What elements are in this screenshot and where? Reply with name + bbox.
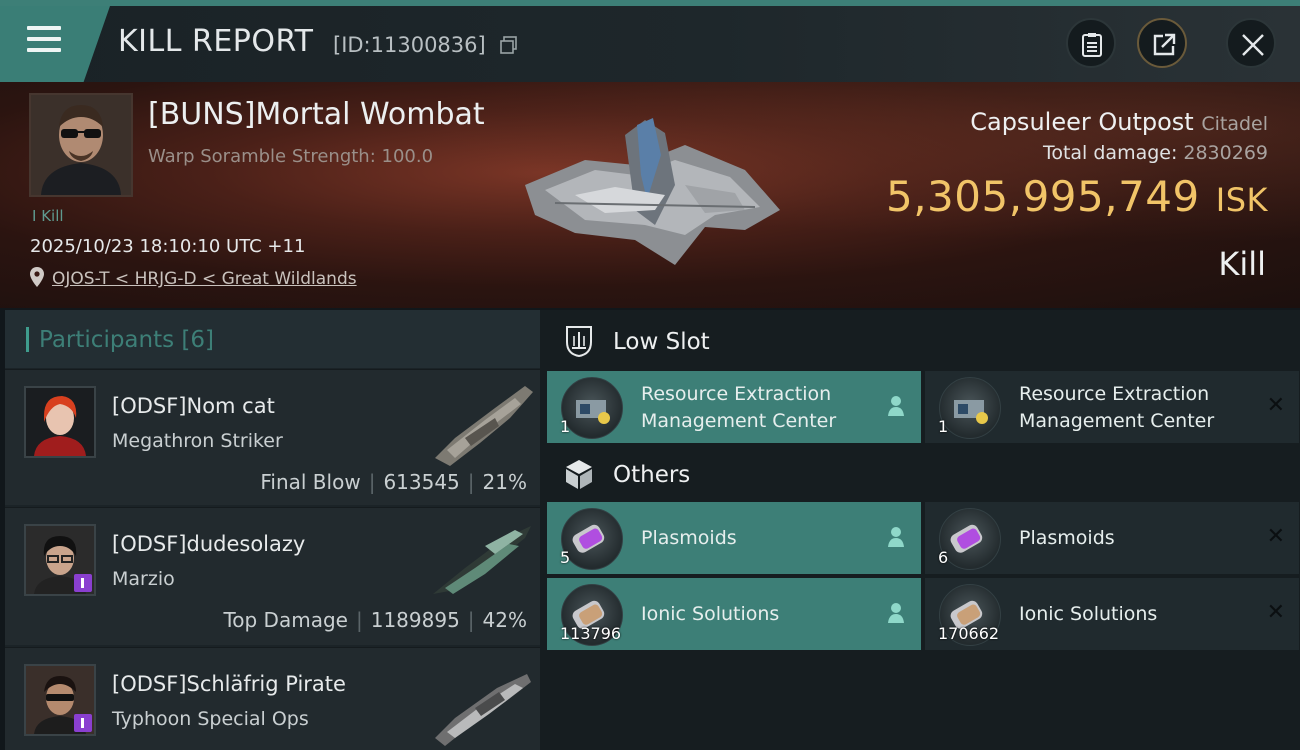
dropped-person-icon xyxy=(888,396,904,416)
report-id: [ID:11300836] xyxy=(333,33,486,57)
structure-type: Citadel xyxy=(1201,113,1268,135)
participant-name: [ODSF]Schläfrig Pirate xyxy=(112,672,346,696)
destroyed-x-icon: ✕ xyxy=(1266,600,1285,625)
participant-role: Final Blow xyxy=(260,470,361,494)
total-damage: Total damage: 2830269 xyxy=(1042,142,1268,164)
item-quantity: 170662 xyxy=(938,624,1000,643)
participant-avatar xyxy=(24,664,96,736)
destroyed-item[interactable]: 6 Plasmoids ✕ xyxy=(925,502,1299,574)
participant-name: [ODSF]dudesolazy xyxy=(112,532,306,556)
participant-ship: Typhoon Special Ops xyxy=(112,708,309,730)
isk-unit: ISK xyxy=(1215,181,1268,219)
dropped-item[interactable]: 113796 Ionic Solutions xyxy=(547,578,921,650)
participant-percent: 42% xyxy=(482,608,527,632)
clipboard-icon xyxy=(1082,33,1102,57)
isk-value: 5,305,995,749 ISK xyxy=(885,172,1268,221)
item-icon-resource-extraction xyxy=(561,377,623,439)
share-button[interactable] xyxy=(1137,18,1187,68)
participants-header: Participants [6] xyxy=(5,310,540,368)
share-icon xyxy=(1153,33,1176,56)
structure-image xyxy=(525,118,780,265)
item-icon-resource-extraction xyxy=(939,377,1001,439)
item-name: Ionic Solutions xyxy=(641,603,780,625)
participant-ship-image xyxy=(435,386,533,466)
cube-icon xyxy=(566,460,592,489)
participant-avatar xyxy=(24,524,96,596)
participants-count: [6] xyxy=(181,327,215,353)
section-title: Low Slot xyxy=(613,329,710,355)
kill-result-label: Kill xyxy=(1218,245,1266,283)
participant-percent: 21% xyxy=(482,470,527,494)
dropped-item[interactable]: 1 Resource Extraction Management Center xyxy=(547,371,921,443)
victim-name[interactable]: [BUNS]Mortal Wombat xyxy=(148,97,485,132)
omega-badge xyxy=(74,574,92,592)
participant-ship: Megathron Striker xyxy=(112,430,283,452)
participant-ship-image xyxy=(433,526,531,594)
kill-location-link[interactable]: OJOS-T < HRJG-D < Great Wildlands xyxy=(52,269,357,289)
total-damage-value: 2830269 xyxy=(1183,142,1268,164)
participant-avatar xyxy=(24,386,96,458)
participants-title: Participants xyxy=(39,327,175,353)
participant-row[interactable]: [ODSF]Schläfrig Pirate Typhoon Special O… xyxy=(5,647,540,750)
page-title: KILL REPORT xyxy=(118,24,314,59)
item-quantity: 1 xyxy=(560,417,571,436)
participant-role: Top Damage xyxy=(223,608,348,632)
location-pin-icon xyxy=(30,267,44,287)
kill-count-label: I Kill xyxy=(32,207,64,225)
destroyed-x-icon: ✕ xyxy=(1266,524,1285,549)
dropped-item[interactable]: 5 Plasmoids xyxy=(547,502,921,574)
item-icon-plasmoids xyxy=(561,508,623,570)
item-name: Ionic Solutions xyxy=(1019,603,1158,625)
close-button[interactable] xyxy=(1226,18,1276,68)
participant-name: [ODSF]Nom cat xyxy=(112,394,275,418)
item-name: Plasmoids xyxy=(1019,527,1115,549)
low-slot-icon xyxy=(566,326,592,358)
kill-datetime: 2025/10/23 18:10:10 UTC +11 xyxy=(30,236,306,257)
destroyed-item[interactable]: 170662 Ionic Solutions ✕ xyxy=(925,578,1299,650)
dropped-person-icon xyxy=(888,527,904,547)
participant-row[interactable]: [ODSF]dudesolazy Marzio Top Damage | 11898… xyxy=(5,507,540,645)
dropped-person-icon xyxy=(888,603,904,623)
participant-ship: Marzio xyxy=(112,568,175,590)
omega-badge xyxy=(74,714,92,732)
participant-stats: Final Blow | 613545 | 21% xyxy=(260,470,527,494)
item-name: Resource Extraction Management Center xyxy=(1019,383,1215,432)
participant-ship-image xyxy=(435,674,531,746)
kill-report-screen: KILL REPORT [ID:11300836] [BUNS]Mortal W… xyxy=(0,0,1300,750)
participant-damage: 1189895 xyxy=(370,608,460,632)
item-quantity: 1 xyxy=(938,417,949,436)
clipboard-button[interactable] xyxy=(1066,18,1116,68)
copy-icon[interactable] xyxy=(500,36,518,54)
participant-damage: 613545 xyxy=(383,470,460,494)
destroyed-x-icon: ✕ xyxy=(1266,393,1285,418)
item-quantity: 113796 xyxy=(560,624,622,643)
warp-scramble-strength: Warp Soramble Strength: 100.0 xyxy=(148,146,434,167)
item-name: Plasmoids xyxy=(641,527,737,549)
structure-name: Capsuleer Outpost Citadel xyxy=(970,108,1268,136)
participant-row[interactable]: [ODSF]Nom cat Megathron Striker Final Bl… xyxy=(5,369,540,505)
section-header-low-slot: Low Slot xyxy=(540,312,1300,372)
victim-portrait[interactable] xyxy=(29,93,133,197)
item-quantity: 6 xyxy=(938,548,949,567)
menu-icon xyxy=(27,26,61,30)
item-name: Resource Extraction Management Center xyxy=(641,383,837,432)
participants-panel: Participants [6] [ODSF]Nom cat Megathron… xyxy=(5,310,540,750)
destroyed-item[interactable]: 1 Resource Extraction Management Center ✕ xyxy=(925,371,1299,443)
section-title: Others xyxy=(613,462,691,488)
close-icon xyxy=(1242,34,1264,56)
item-quantity: 5 xyxy=(560,548,571,567)
item-icon-plasmoids xyxy=(939,508,1001,570)
section-header-others: Others xyxy=(540,445,1300,505)
participant-stats: Top Damage | 1189895 | 42% xyxy=(223,608,527,632)
